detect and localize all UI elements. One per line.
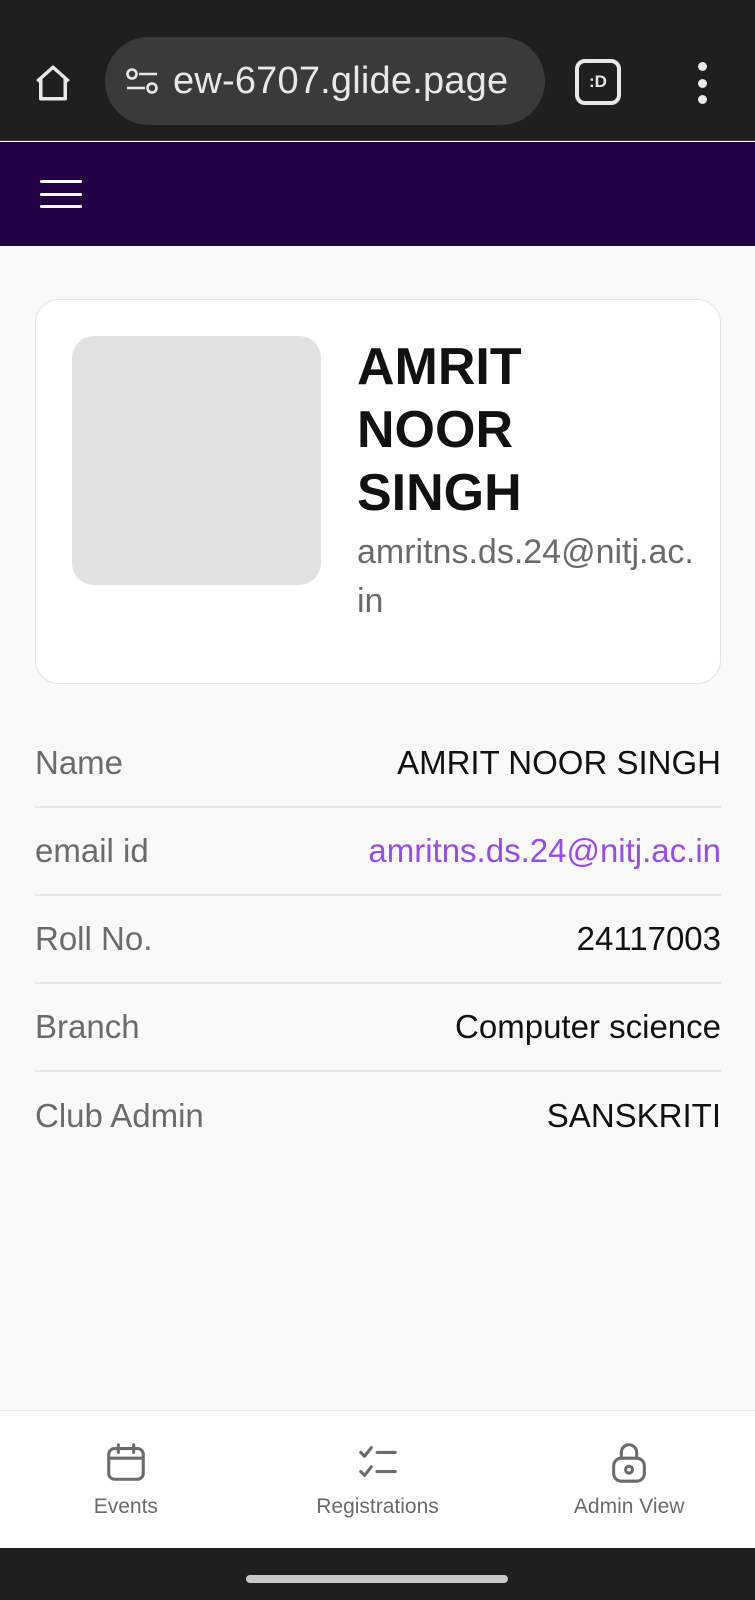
profile-email: amritns.ds.24@nitj.ac.in	[357, 533, 694, 620]
tab-switcher-button[interactable]: :D	[575, 59, 621, 105]
calendar-icon	[107, 1443, 145, 1481]
detail-row-branch: Branch Computer science	[35, 984, 721, 1072]
lock-icon	[612, 1443, 647, 1483]
nav-item-admin-view[interactable]: Admin View	[503, 1411, 755, 1548]
nav-label: Admin View	[573, 1495, 685, 1518]
detail-label: Name	[35, 744, 124, 781]
checklist-icon	[358, 1446, 397, 1477]
profile-name: AMRIT NOOR SINGH	[357, 338, 522, 522]
address-bar[interactable]: ew-6707.glide.page	[105, 37, 545, 125]
gesture-navigation-area	[0, 1548, 755, 1600]
nav-label: Events	[93, 1495, 158, 1518]
detail-label: email id	[35, 832, 149, 869]
detail-row-email: email id amritns.ds.24@nitj.ac.in	[35, 808, 721, 896]
profile-card: AMRIT NOOR SINGH amritns.ds.24@nitj.ac.i…	[35, 299, 721, 684]
browser-toolbar: ew-6707.glide.page :D	[0, 14, 755, 141]
detail-value: AMRIT NOOR SINGH	[397, 744, 721, 781]
detail-value: SANSKRITI	[546, 1097, 721, 1134]
email-link[interactable]: amritns.ds.24@nitj.ac.in	[368, 832, 721, 870]
detail-value: 24117003	[576, 920, 721, 957]
nav-item-events[interactable]: Events	[0, 1411, 252, 1548]
bottom-navigation: Events Registrations Admin View	[0, 1410, 755, 1548]
hamburger-menu-icon[interactable]	[38, 176, 84, 212]
more-options-icon[interactable]	[680, 56, 724, 110]
detail-label: Branch	[35, 1008, 140, 1045]
nav-label: Registrations	[316, 1495, 439, 1518]
url-text: ew-6707.glide.page	[173, 59, 509, 102]
detail-label: Roll No.	[35, 920, 153, 957]
status-bar	[0, 0, 755, 14]
detail-label: Club Admin	[35, 1097, 204, 1134]
app-header	[0, 142, 755, 246]
detail-row-club-admin: Club Admin SANSKRITI	[35, 1072, 721, 1160]
nav-item-registrations[interactable]: Registrations	[252, 1411, 504, 1548]
home-icon	[36, 65, 70, 101]
details-list: Name AMRIT NOOR SINGH email id amritns.d…	[35, 720, 721, 1160]
detail-value: Computer science	[455, 1008, 721, 1045]
home-button[interactable]	[28, 58, 78, 108]
site-settings-icon[interactable]	[123, 62, 161, 100]
detail-row-roll-no: Roll No. 24117003	[35, 896, 721, 984]
detail-row-name: Name AMRIT NOOR SINGH	[35, 720, 721, 808]
gesture-handle[interactable]	[246, 1575, 508, 1583]
avatar	[72, 336, 321, 585]
